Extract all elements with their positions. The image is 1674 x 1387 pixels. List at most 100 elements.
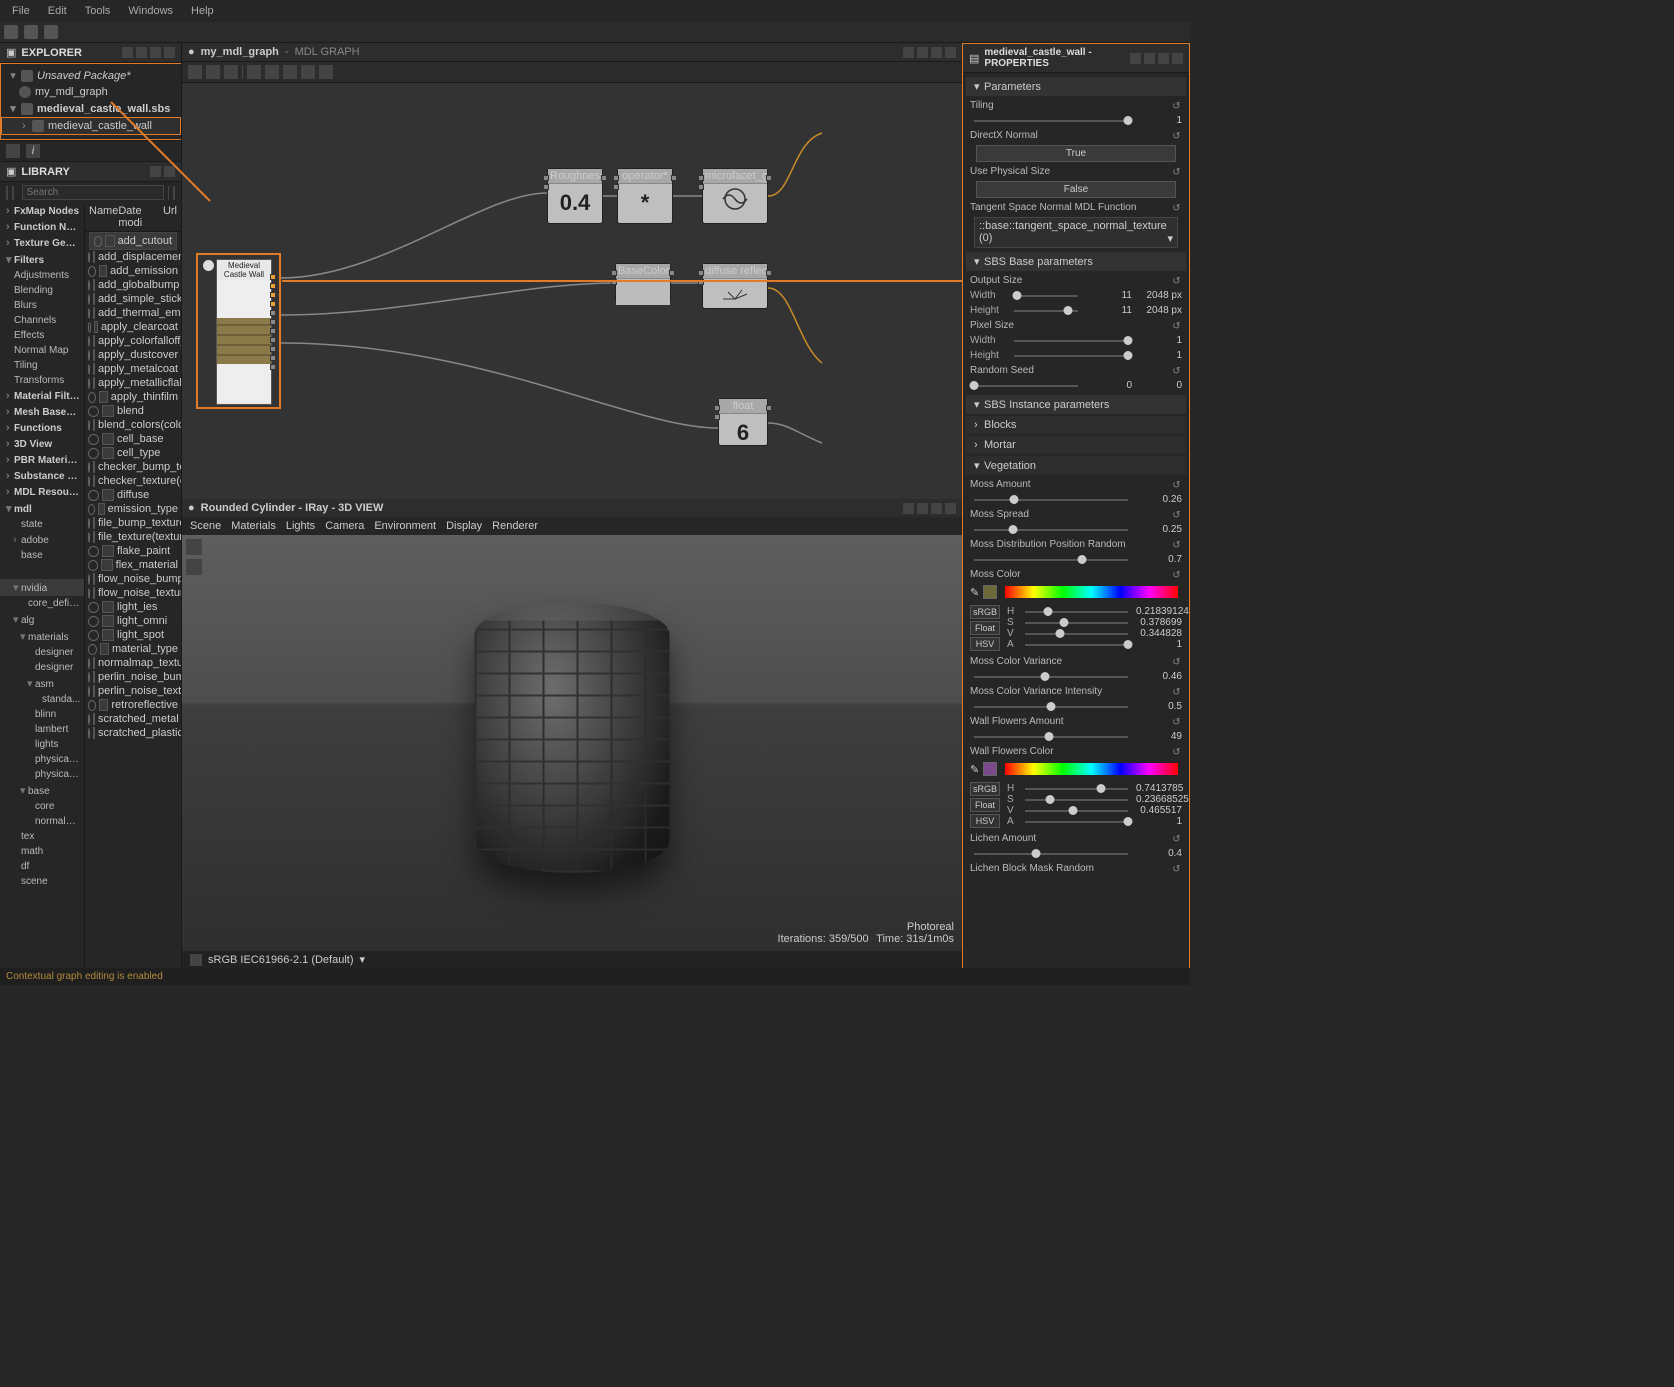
- window-icon[interactable]: [917, 47, 928, 58]
- library-item[interactable]: flow_noise_bump_textu...: [85, 572, 181, 586]
- view3d-display[interactable]: Display: [446, 520, 482, 532]
- graph-node-roughness[interactable]: Roughness0.4: [547, 168, 603, 224]
- library-item[interactable]: retroreflective: [85, 698, 181, 712]
- undo-icon[interactable]: [24, 25, 38, 39]
- reset-icon[interactable]: [1171, 569, 1182, 580]
- library-category[interactable]: tex: [0, 829, 84, 844]
- view3d-environment[interactable]: Environment: [374, 520, 436, 532]
- pixel-height-slider[interactable]: [1014, 353, 1128, 359]
- reset-icon[interactable]: [1171, 686, 1182, 697]
- italic-icon[interactable]: i: [26, 144, 40, 158]
- library-category[interactable]: base: [0, 548, 84, 563]
- reset-icon[interactable]: [1171, 539, 1182, 550]
- library-category[interactable]: Blending: [0, 283, 84, 298]
- library-category[interactable]: ›Texture Generators: [0, 235, 84, 251]
- float-button[interactable]: Float: [970, 798, 1000, 812]
- node-graph[interactable]: Medieval Castle Wall: [182, 83, 962, 499]
- library-item[interactable]: scratched_metal: [85, 712, 181, 726]
- window-icon[interactable]: [1144, 53, 1155, 64]
- library-category[interactable]: ›Material Filters: [0, 388, 84, 404]
- menu-edit[interactable]: Edit: [40, 2, 75, 20]
- pixel-width-slider[interactable]: [1014, 338, 1128, 344]
- view3d-lights[interactable]: Lights: [286, 520, 315, 532]
- library-item[interactable]: material_type: [85, 642, 181, 656]
- library-item[interactable]: cell_base: [85, 432, 181, 446]
- tangent-select[interactable]: ::base::tangent_space_normal_texture (0)…: [974, 217, 1178, 248]
- close-icon[interactable]: [945, 47, 956, 58]
- library-category[interactable]: blinn: [0, 707, 84, 722]
- library-item[interactable]: add_cutout: [89, 232, 177, 250]
- tool-icon[interactable]: [188, 65, 202, 79]
- menu-windows[interactable]: Windows: [120, 2, 181, 20]
- node-doc-icon[interactable]: [202, 259, 215, 272]
- flowers-s-slider[interactable]: [1025, 797, 1128, 803]
- library-category[interactable]: ▾Filters: [0, 251, 84, 268]
- moss-variance-slider[interactable]: [974, 674, 1128, 680]
- library-category[interactable]: physically_...: [0, 767, 84, 782]
- library-category[interactable]: Transforms: [0, 373, 84, 388]
- graph-node-basecolor[interactable]: BaseColor: [615, 263, 671, 303]
- list-view-icon[interactable]: [173, 186, 175, 200]
- moss-v-slider[interactable]: [1025, 631, 1128, 637]
- moss-h-slider[interactable]: [1025, 609, 1128, 615]
- hsv-button[interactable]: HSV: [970, 637, 1000, 651]
- close-icon[interactable]: [945, 503, 956, 514]
- library-item[interactable]: cell_type: [85, 446, 181, 460]
- home-icon[interactable]: [6, 186, 8, 200]
- close-icon[interactable]: [1172, 53, 1183, 64]
- reset-icon[interactable]: [1171, 746, 1182, 757]
- library-item[interactable]: emission_type: [85, 502, 181, 516]
- library-item[interactable]: apply_clearcoat: [85, 320, 181, 334]
- library-category[interactable]: ▾asm: [0, 675, 84, 692]
- library-category[interactable]: ▾base: [0, 782, 84, 799]
- library-category[interactable]: designer: [0, 645, 84, 660]
- tree-medieval-castle-wall[interactable]: ›medieval_castle_wall: [1, 117, 181, 135]
- library-item[interactable]: file_texture(texture_2d,...: [85, 530, 181, 544]
- flowers-v-slider[interactable]: [1025, 808, 1128, 814]
- maximize-icon[interactable]: [931, 503, 942, 514]
- library-list[interactable]: NameDate modi Url add_cutoutadd_displace…: [85, 203, 181, 968]
- lichen-amount-slider[interactable]: [974, 851, 1128, 857]
- section-mortar[interactable]: ›Mortar: [966, 436, 1186, 454]
- section-sbs-instance[interactable]: ▾SBS Instance parameters: [966, 395, 1186, 414]
- library-category[interactable]: normalma...: [0, 814, 84, 829]
- library-categories[interactable]: ›FxMap Nodes›Function Nodes›Texture Gene…: [0, 203, 85, 968]
- graph-node-diffuse[interactable]: diffuse reflection bsdf: [702, 263, 768, 309]
- colorspace-icon[interactable]: [190, 954, 202, 966]
- library-item[interactable]: blend_colors(color,col...: [85, 418, 181, 432]
- view3d-materials[interactable]: Materials: [231, 520, 276, 532]
- library-category[interactable]: df: [0, 859, 84, 874]
- brush-icon[interactable]: [12, 186, 14, 200]
- library-category[interactable]: core_definitions: [0, 596, 84, 611]
- library-item[interactable]: scratched_plastic: [85, 726, 181, 740]
- library-item[interactable]: normalmap_texture(tex...: [85, 656, 181, 670]
- library-category[interactable]: ▾materials: [0, 628, 84, 645]
- redo-icon[interactable]: [44, 25, 58, 39]
- library-item[interactable]: light_omni: [85, 614, 181, 628]
- library-category[interactable]: ›Mesh Based Generat...: [0, 404, 84, 420]
- library-item[interactable]: checker_bump_texture(...: [85, 460, 181, 474]
- library-item[interactable]: apply_metallicflakes: [85, 376, 181, 390]
- reset-icon[interactable]: [1171, 202, 1182, 213]
- library-item[interactable]: perlin_noise_bump_text...: [85, 670, 181, 684]
- library-category[interactable]: ›MDL Resources: [0, 484, 84, 500]
- camera-icon[interactable]: [224, 65, 238, 79]
- library-item[interactable]: apply_metalcoat: [85, 362, 181, 376]
- graph-node-microfacet[interactable]: microfacet_ggx smith b...: [702, 168, 768, 224]
- library-item[interactable]: diffuse: [85, 488, 181, 502]
- moss-spread-slider[interactable]: [974, 527, 1128, 533]
- library-category[interactable]: math: [0, 844, 84, 859]
- filter-icon[interactable]: [168, 186, 170, 200]
- graph-node-float[interactable]: float6: [718, 398, 768, 446]
- eyedropper-icon[interactable]: ✎: [970, 586, 979, 599]
- window-icon[interactable]: [917, 503, 928, 514]
- seed-slider[interactable]: [974, 383, 1078, 389]
- tool-icon[interactable]: [247, 65, 261, 79]
- reset-icon[interactable]: [1171, 365, 1182, 376]
- library-item[interactable]: flex_material: [85, 558, 181, 572]
- library-item[interactable]: flake_paint: [85, 544, 181, 558]
- reset-icon[interactable]: [1171, 509, 1182, 520]
- pin-icon[interactable]: [122, 47, 133, 58]
- moss-amount-slider[interactable]: [974, 497, 1128, 503]
- library-item[interactable]: file_bump_texture(text...: [85, 516, 181, 530]
